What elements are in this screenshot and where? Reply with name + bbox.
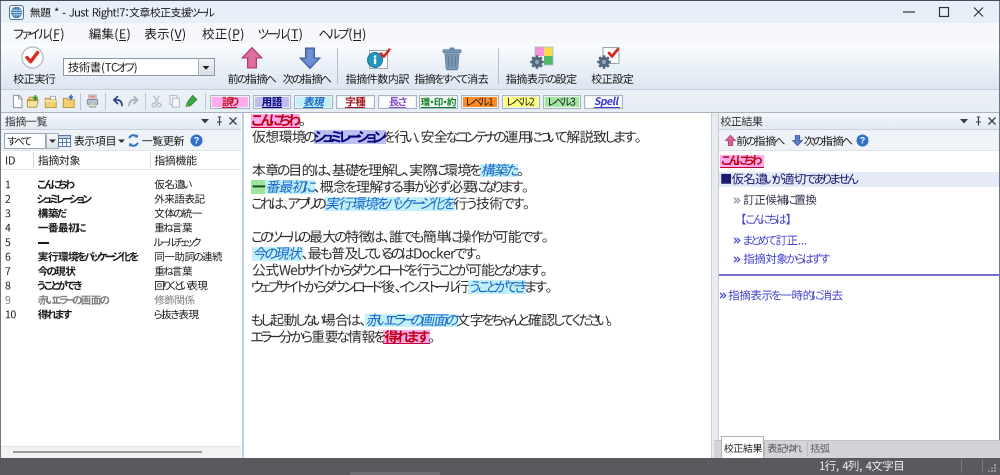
svg-text:?: ? (194, 136, 200, 146)
svg-text:?: ? (860, 136, 866, 146)
